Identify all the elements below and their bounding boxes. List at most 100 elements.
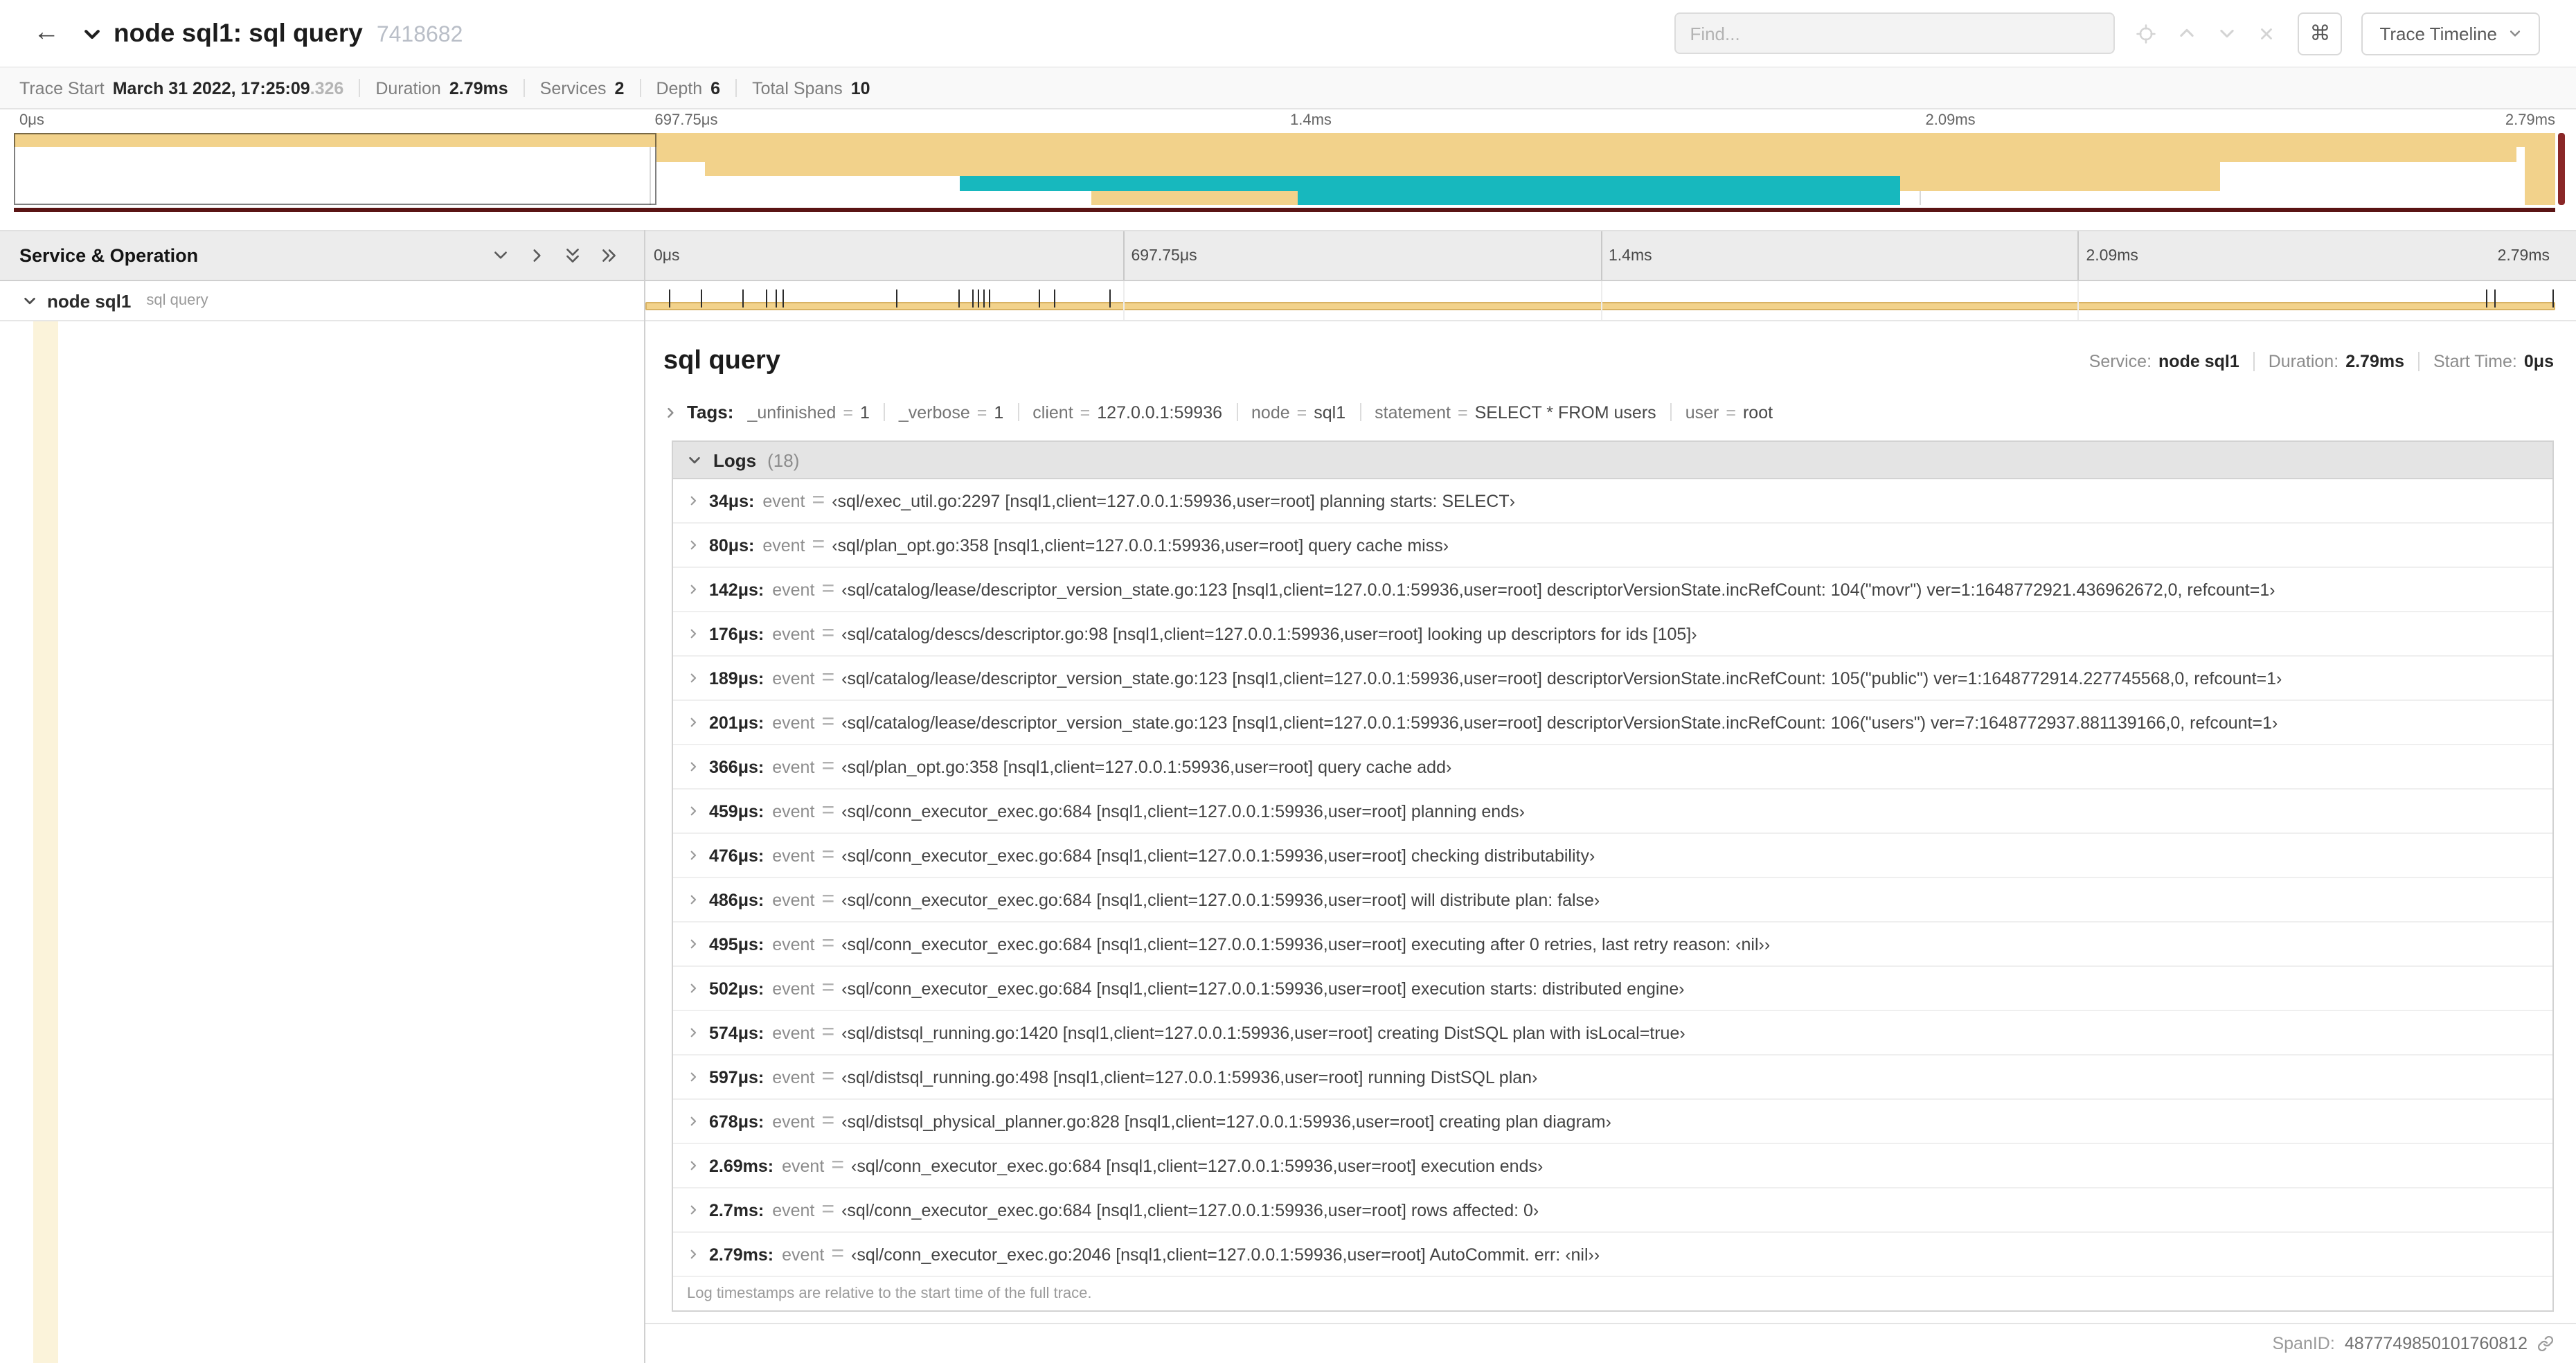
log-field-key: event — [772, 979, 815, 998]
logs-list: 34μs: event = ‹sql/exec_util.go:2297 [nsql1… — [673, 479, 2552, 1277]
log-entry[interactable]: 2.69ms: event = ‹sql/conn_executor_exec.go:… — [673, 1144, 2552, 1188]
logs-footnote: Log timestamps are relative to the start… — [687, 1285, 1092, 1302]
summary-item: Depth 6 — [656, 78, 720, 98]
log-field-value: ‹sql/catalog/lease/descriptor_version_st… — [841, 580, 2275, 599]
log-timestamp: 80μs: — [709, 535, 755, 555]
focus-match-button[interactable] — [2136, 23, 2156, 44]
chevron-right-icon — [690, 1072, 697, 1082]
minimap-time-labels: 0μs 697.75μs 1.4ms 2.09ms 2.79ms — [14, 112, 2555, 132]
panel-divider[interactable] — [644, 230, 645, 1363]
back-button[interactable]: ← — [28, 18, 65, 48]
log-field-value: ‹sql/plan_opt.go:358 [nsql1,client=127.0… — [832, 535, 1449, 555]
start-time-value: 0μs — [2523, 352, 2554, 371]
collapse-all-button[interactable] — [564, 247, 582, 265]
equals-sign: = — [821, 932, 835, 955]
detail-bottom-divider — [645, 1323, 2576, 1324]
time-tick-label: 1.4ms — [1609, 247, 1652, 264]
time-tick-label: 2.09ms — [2086, 247, 2138, 264]
log-entry[interactable]: 486μs: event = ‹sql/conn_executor_exec.go:6… — [673, 878, 2552, 923]
tags-row[interactable]: Tags: _unfinished = 1 _verbose = 1 client = 127.… — [663, 402, 2554, 422]
time-tick-label: 697.75μs — [1131, 247, 1197, 264]
log-entry[interactable]: 476μs: event = ‹sql/conn_executor_exec.go:6… — [673, 834, 2552, 878]
log-entry[interactable]: 502μs: event = ‹sql/conn_executor_exec.go:6… — [673, 967, 2552, 1011]
trace-title-group: node sql1: sql query 7418682 — [114, 18, 463, 48]
expand-one-button[interactable] — [528, 247, 546, 265]
minimap-span-bar — [656, 147, 2517, 162]
log-tick — [700, 289, 702, 308]
chevron-down-icon — [2510, 30, 2521, 37]
log-entry[interactable]: 2.79ms: event = ‹sql/conn_executor_exec.go:… — [673, 1233, 2552, 1277]
tag-item: _unfinished = 1 — [747, 402, 869, 422]
chevron-right-icon — [690, 850, 697, 860]
collapse-one-button[interactable] — [492, 247, 510, 265]
log-entry[interactable]: 597μs: event = ‹sql/distsql_running.go:498 … — [673, 1055, 2552, 1100]
log-entry[interactable]: 189μs: event = ‹sql/catalog/lease/descripto… — [673, 657, 2552, 701]
log-entry[interactable]: 142μs: event = ‹sql/catalog/lease/descripto… — [673, 568, 2552, 612]
chevron-right-icon — [690, 939, 697, 949]
minimap-handle-right[interactable] — [2558, 133, 2565, 205]
log-entry[interactable]: 678μs: event = ‹sql/distsql_physical_planne… — [673, 1100, 2552, 1144]
span-indent-guide — [33, 321, 58, 1363]
trace-minimap: 0μs 697.75μs 1.4ms 2.09ms 2.79ms — [0, 109, 2576, 213]
tag-key: statement — [1375, 402, 1451, 422]
equals-sign: = — [821, 1020, 835, 1044]
span-row-track[interactable] — [645, 281, 2555, 320]
timeline-header-actions — [492, 247, 629, 265]
summary-divider — [735, 79, 737, 97]
trace-view-dropdown[interactable]: Trace Timeline — [2361, 12, 2540, 55]
log-entry[interactable]: 80μs: event = ‹sql/plan_opt.go:358 [nsql1,c… — [673, 524, 2552, 568]
minimap-span-bar — [2524, 190, 2555, 205]
tag-divider — [1670, 403, 1672, 421]
tag-key: _unfinished — [747, 402, 837, 422]
time-tick-label: 1.4ms — [1290, 112, 1332, 129]
equals-sign: = — [821, 577, 835, 600]
log-tick — [895, 289, 897, 308]
chevron-right-icon — [690, 762, 697, 772]
keyboard-shortcuts-button[interactable]: ⌘ — [2298, 12, 2343, 55]
chevron-right-icon — [690, 629, 697, 639]
span-row[interactable]: node sql1 sql query — [0, 281, 2576, 321]
log-timestamp: 34μs: — [709, 491, 755, 510]
logs-header[interactable]: Logs (18) — [673, 442, 2552, 479]
collapse-trace-button[interactable] — [82, 23, 102, 44]
log-entry[interactable]: 495μs: event = ‹sql/conn_executor_exec.go:6… — [673, 923, 2552, 967]
find-input[interactable] — [1674, 12, 2116, 54]
chevron-right-icon — [690, 673, 697, 683]
tag-item: statement = SELECT * FROM users — [1375, 402, 1656, 422]
deep-link-button[interactable] — [2537, 1335, 2554, 1352]
prev-match-button[interactable] — [2177, 24, 2197, 43]
log-entry[interactable]: 176μs: event = ‹sql/catalog/descs/descripto… — [673, 612, 2552, 657]
minimap-span-bar — [959, 176, 1900, 191]
minimap-selection[interactable] — [14, 133, 657, 205]
summary-value: March 31 2022, 17:25:09 — [112, 78, 310, 98]
summary-label: Trace Start — [19, 78, 105, 98]
tag-divider — [1017, 403, 1019, 421]
log-field-value: ‹sql/catalog/descs/descriptor.go:98 [nsq… — [841, 624, 1697, 643]
log-tick — [765, 289, 767, 308]
clear-find-button[interactable] — [2257, 24, 2275, 42]
chevron-down-icon — [2220, 29, 2235, 38]
log-entry[interactable]: 2.7ms: event = ‹sql/conn_executor_exec.go:6… — [673, 1188, 2552, 1233]
log-tick — [2552, 289, 2554, 308]
log-entry[interactable]: 459μs: event = ‹sql/conn_executor_exec.go:6… — [673, 790, 2552, 834]
minimap-span-bar — [2524, 147, 2555, 162]
next-match-button[interactable] — [2217, 24, 2237, 43]
expand-all-button[interactable] — [600, 247, 618, 265]
minimap-canvas[interactable] — [14, 133, 2555, 205]
log-entry[interactable]: 34μs: event = ‹sql/exec_util.go:2297 [nsql1… — [673, 479, 2552, 524]
time-tick-label: 0μs — [19, 112, 44, 129]
tag-value: 127.0.0.1:59936 — [1097, 402, 1223, 422]
trace-header: ← node sql1: sql query 7418682 ⌘ Trace — [0, 0, 2576, 66]
trace-title: node sql1: sql query — [114, 18, 363, 47]
log-entry[interactable]: 366μs: event = ‹sql/plan_opt.go:358 [nsql1,… — [673, 745, 2552, 790]
tag-key: user — [1685, 402, 1719, 422]
equals-sign: = — [821, 976, 835, 999]
summary-divider — [359, 79, 361, 97]
log-field-key: event — [772, 1200, 815, 1220]
trace-view-label: Trace Timeline — [2379, 23, 2497, 44]
log-entry[interactable]: 574μs: event = ‹sql/distsql_running.go:1420… — [673, 1011, 2552, 1055]
log-timestamp: 502μs: — [709, 979, 764, 998]
span-row-name-cell[interactable]: node sql1 sql query — [0, 281, 645, 320]
minimap-scrubber[interactable] — [14, 208, 2555, 212]
log-entry[interactable]: 201μs: event = ‹sql/catalog/lease/descripto… — [673, 701, 2552, 745]
